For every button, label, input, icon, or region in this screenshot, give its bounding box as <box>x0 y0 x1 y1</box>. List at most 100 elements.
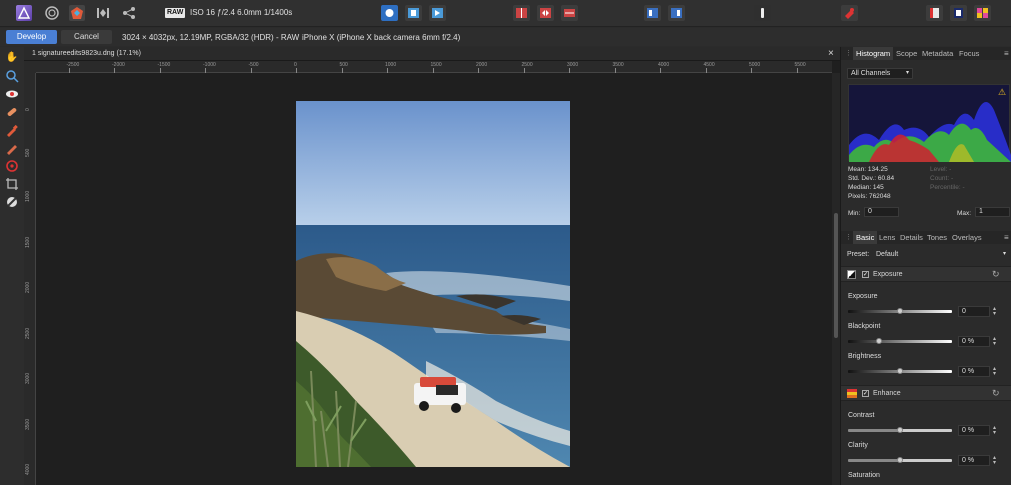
tab-scope[interactable]: Scope <box>896 49 917 58</box>
ruler-h-tick <box>660 68 661 73</box>
panel-grip-icon[interactable]: ⋮ <box>845 49 852 57</box>
channel-select[interactable]: All Channels ▾ <box>847 68 913 79</box>
close-document-icon[interactable]: × <box>828 48 834 59</box>
ruler-h-tick <box>296 68 297 73</box>
clarity-value[interactable]: 0 % <box>958 455 990 466</box>
gradient-overlay-tool-icon[interactable] <box>5 159 19 173</box>
crop-tool-icon[interactable] <box>5 177 19 191</box>
min-field[interactable]: 0 <box>864 207 899 217</box>
tab-details[interactable]: Details <box>900 233 923 242</box>
show-clipped-tones-button[interactable] <box>429 5 446 21</box>
clarity-slider-knob[interactable] <box>897 457 903 463</box>
max-field[interactable]: 1 <box>975 207 1010 217</box>
ruler-v-tick-label: 3000 <box>25 372 31 384</box>
preset-select[interactable]: Default ▾ <box>872 249 1010 260</box>
warning-icon[interactable]: ⚠ <box>998 87 1006 98</box>
red-eye-tool-icon[interactable] <box>5 87 19 101</box>
tab-focus[interactable]: Focus <box>959 49 979 58</box>
develop-assistant-button[interactable] <box>754 5 771 21</box>
blackpoint-value[interactable]: 0 % <box>958 336 990 347</box>
tab-metadata[interactable]: Metadata <box>922 49 953 58</box>
contrast-value[interactable]: 0 % <box>958 425 990 436</box>
tone-mapping-persona-icon[interactable] <box>95 5 111 21</box>
brightness-spinner-icon[interactable]: ▴ ▾ <box>993 366 996 377</box>
preset-value: Default <box>876 251 899 258</box>
contrast-slider-knob[interactable] <box>897 427 903 433</box>
macros-button[interactable] <box>926 5 943 21</box>
develop-persona-icon[interactable] <box>69 5 85 21</box>
exposure-value[interactable]: 0 <box>958 306 990 317</box>
stat-mean: Mean: 134.25 <box>848 166 888 173</box>
color-panel-button[interactable] <box>950 5 967 21</box>
photo-persona-icon[interactable] <box>44 5 60 21</box>
view-toggle-button[interactable] <box>668 5 685 21</box>
clarity-spinner-icon[interactable]: ▴ ▾ <box>993 455 996 466</box>
mirror-view-button[interactable] <box>537 5 554 21</box>
overlay-tool-button[interactable] <box>841 5 858 21</box>
ruler-v-tick-label: 2000 <box>25 281 31 293</box>
exposure-label: Exposure <box>848 293 878 300</box>
overlay-paint-tool-icon[interactable] <box>5 141 19 155</box>
chevron-down-icon: ▾ <box>905 70 909 76</box>
tab-tones[interactable]: Tones <box>927 233 947 242</box>
photo-canvas[interactable] <box>296 101 570 467</box>
ruler-v-tick-label: 1000 <box>25 190 31 202</box>
document-title: 1 signatureedits9823u.dng (17.1%) <box>32 50 141 57</box>
split-view-button[interactable] <box>513 5 530 21</box>
preset-label: Preset: <box>847 251 870 258</box>
raw-badge: RAW <box>165 8 186 18</box>
hand-tool-icon[interactable]: ✋ <box>5 51 19 65</box>
blackpoint-spinner-icon[interactable]: ▴ ▾ <box>993 336 996 347</box>
show-clipped-highlights-button[interactable] <box>381 5 398 21</box>
show-clipped-shadows-button[interactable] <box>405 5 422 21</box>
contrast-label: Contrast <box>848 412 875 419</box>
blemish-tool-icon[interactable] <box>5 105 19 119</box>
document-tab[interactable]: 1 signatureedits9823u.dng (17.1%) × <box>24 47 840 61</box>
affinity-photo-logo-icon[interactable] <box>16 5 32 21</box>
tab-overlays[interactable]: Overlays <box>952 233 982 242</box>
before-after-button[interactable] <box>561 5 578 21</box>
ruler-h-tick <box>705 68 707 73</box>
enhance-checkbox[interactable]: ✓ <box>862 390 869 397</box>
develop-button[interactable]: Develop <box>6 30 57 44</box>
blackpoint-slider-knob[interactable] <box>876 338 883 344</box>
enhance-section-header[interactable]: ✓ Enhance ↻ <box>841 385 1011 401</box>
vertical-scrollbar[interactable] <box>832 73 840 485</box>
ruler-v-tick-label: 1500 <box>25 236 31 248</box>
export-persona-icon[interactable] <box>121 5 137 21</box>
ruler-h-tick <box>478 68 479 73</box>
develop-tabs: ⋮ Basic Lens Details Tones Overlays ≡ <box>841 231 1011 244</box>
ruler-h-tick <box>114 68 115 73</box>
exposure-spinner-icon[interactable]: ▴ ▾ <box>993 306 996 317</box>
reset-icon[interactable]: ↻ <box>992 269 1000 280</box>
ruler-v-tick-label: 3500 <box>25 418 31 430</box>
scrollbar-thumb[interactable] <box>834 213 838 338</box>
assistant-button[interactable] <box>644 5 661 21</box>
contrast-spinner-icon[interactable]: ▴ ▾ <box>993 425 996 436</box>
ruler-v-tick-label: 4000 <box>25 463 31 475</box>
ruler-h-tick <box>796 68 798 73</box>
vertical-ruler: 0 500 1000 1500 2000 2500 3000 3500 4000 <box>24 73 36 485</box>
ruler-h-tick <box>614 68 616 73</box>
tab-histogram[interactable]: Histogram <box>853 47 894 60</box>
stat-percentile: Percentile: - <box>930 184 965 191</box>
histogram-tabs: ⋮ Histogram Scope Metadata Focus ≡ <box>841 47 1011 60</box>
exposure-checkbox[interactable]: ✓ <box>862 271 869 278</box>
brightness-value[interactable]: 0 % <box>958 366 990 377</box>
tab-basic[interactable]: Basic <box>853 231 878 244</box>
zoom-tool-icon[interactable] <box>5 69 19 83</box>
panel-grip-icon[interactable]: ⋮ <box>845 233 852 241</box>
image-info: 3024 × 4032px, 12.19MP, RGBA/32 (HDR) - … <box>122 33 300 42</box>
panel-menu-icon[interactable]: ≡ <box>1004 49 1009 58</box>
reset-icon[interactable]: ↻ <box>992 388 1000 399</box>
tab-lens[interactable]: Lens <box>879 233 895 242</box>
panel-menu-icon[interactable]: ≡ <box>1004 233 1009 242</box>
retouch-brush-icon[interactable] <box>5 123 19 137</box>
brightness-slider-knob[interactable] <box>897 368 903 374</box>
exposure-slider-knob[interactable] <box>897 308 903 314</box>
exposure-section-header[interactable]: ✓ Exposure ↻ <box>841 266 1011 282</box>
blackpoint-slider-track[interactable] <box>848 340 952 343</box>
swatches-panel-button[interactable] <box>974 5 991 21</box>
white-balance-tool-icon[interactable] <box>5 195 19 209</box>
cancel-button[interactable]: Cancel <box>61 30 112 44</box>
